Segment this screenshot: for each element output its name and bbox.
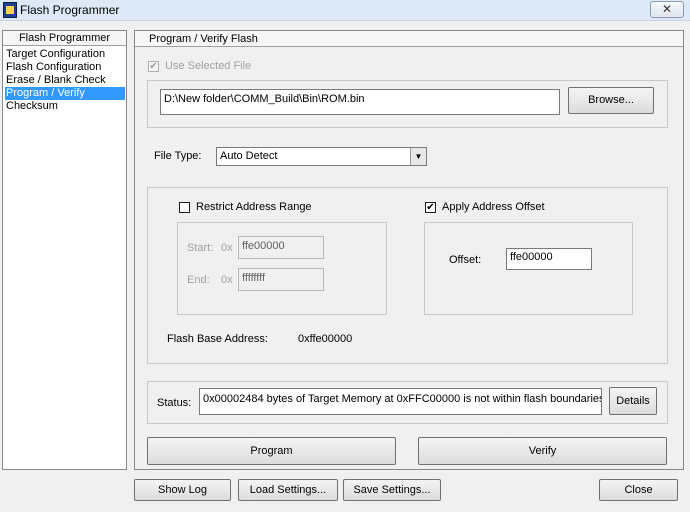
address-group: Restrict Address Range Start: 0x ffe0000… xyxy=(147,187,668,364)
use-selected-file-label: Use Selected File xyxy=(165,60,252,72)
flash-base-address-label: Flash Base Address: xyxy=(167,333,268,345)
sidebar-item-flash-configuration[interactable]: Flash Configuration xyxy=(5,61,125,74)
browse-label: Browse... xyxy=(588,94,634,106)
offset-label: Offset: xyxy=(449,254,482,266)
browse-button[interactable]: Browse... xyxy=(568,87,654,114)
use-selected-file-checkbox[interactable]: ✔ xyxy=(148,61,159,72)
sidebar-item-erase-blank-check[interactable]: Erase / Blank Check xyxy=(5,74,125,87)
restrict-address-range-label: Restrict Address Range xyxy=(196,201,312,213)
apply-address-offset-checkbox[interactable]: ✔ xyxy=(425,202,436,213)
start-label: Start: xyxy=(187,242,214,254)
save-settings-label: Save Settings... xyxy=(353,484,431,496)
verify-button[interactable]: Verify xyxy=(418,437,667,465)
app-icon xyxy=(3,2,17,18)
close-icon: ✕ xyxy=(661,2,673,16)
file-type-label: File Type: xyxy=(154,150,202,162)
flash-base-address-value: 0xffe00000 xyxy=(298,333,353,345)
program-button[interactable]: Program xyxy=(147,437,396,465)
sidebar-list[interactable]: Flash Programmer Target Configuration Fl… xyxy=(2,30,127,470)
sidebar-item-program-verify[interactable]: Program / Verify xyxy=(5,87,125,100)
sidebar-item-checksum[interactable]: Checksum xyxy=(5,100,125,113)
end-address-field[interactable]: ffffffff xyxy=(238,268,324,291)
file-path-field[interactable]: D:\New folder\COMM_Build\Bin\ROM.bin xyxy=(160,89,560,115)
offset-field[interactable]: ffe00000 xyxy=(506,248,592,270)
load-settings-label: Load Settings... xyxy=(249,484,327,496)
close-label: Close xyxy=(624,484,653,496)
status-message-field[interactable]: 0x00002484 bytes of Target Memory at 0xF… xyxy=(199,388,602,415)
file-type-select[interactable]: Auto Detect ▼ xyxy=(216,147,427,166)
start-address-field[interactable]: ffe00000 xyxy=(238,236,324,259)
check-icon: ✔ xyxy=(149,61,158,72)
sidebar-item-target-configuration[interactable]: Target Configuration xyxy=(5,48,125,61)
program-label: Program xyxy=(250,445,293,457)
panel-title: Program / Verify Flash xyxy=(135,31,683,47)
apply-address-offset-label: Apply Address Offset xyxy=(442,201,545,213)
chevron-down-icon[interactable]: ▼ xyxy=(410,148,426,165)
details-label: Details xyxy=(616,395,650,407)
end-prefix: 0x xyxy=(221,274,233,286)
window-title: Flash Programmer xyxy=(20,3,120,17)
sidebar-header[interactable]: Flash Programmer xyxy=(3,31,126,46)
verify-label: Verify xyxy=(528,445,557,457)
details-button[interactable]: Details xyxy=(609,387,657,415)
start-prefix: 0x xyxy=(221,242,233,254)
status-group: Status: 0x00002484 bytes of Target Memor… xyxy=(147,381,668,424)
restrict-address-range-checkbox[interactable] xyxy=(179,202,190,213)
address-range-box: Start: 0x ffe00000 End: 0x ffffffff xyxy=(177,222,387,315)
title-bar: Flash Programmer ✕ xyxy=(0,0,690,21)
window-close-button[interactable]: ✕ xyxy=(650,1,684,18)
file-type-value: Auto Detect xyxy=(220,150,278,162)
load-settings-button[interactable]: Load Settings... xyxy=(238,479,338,501)
save-settings-button[interactable]: Save Settings... xyxy=(343,479,441,501)
end-label: End: xyxy=(187,274,210,286)
file-group: D:\New folder\COMM_Build\Bin\ROM.bin Bro… xyxy=(147,80,668,128)
show-log-button[interactable]: Show Log xyxy=(134,479,231,501)
offset-box: Offset: ffe00000 xyxy=(424,222,633,315)
program-verify-panel: Program / Verify Flash ✔ Use Selected Fi… xyxy=(134,30,684,470)
status-label: Status: xyxy=(157,397,192,409)
check-icon: ✔ xyxy=(426,202,435,213)
show-log-label: Show Log xyxy=(158,484,207,496)
close-button[interactable]: Close xyxy=(599,479,678,501)
